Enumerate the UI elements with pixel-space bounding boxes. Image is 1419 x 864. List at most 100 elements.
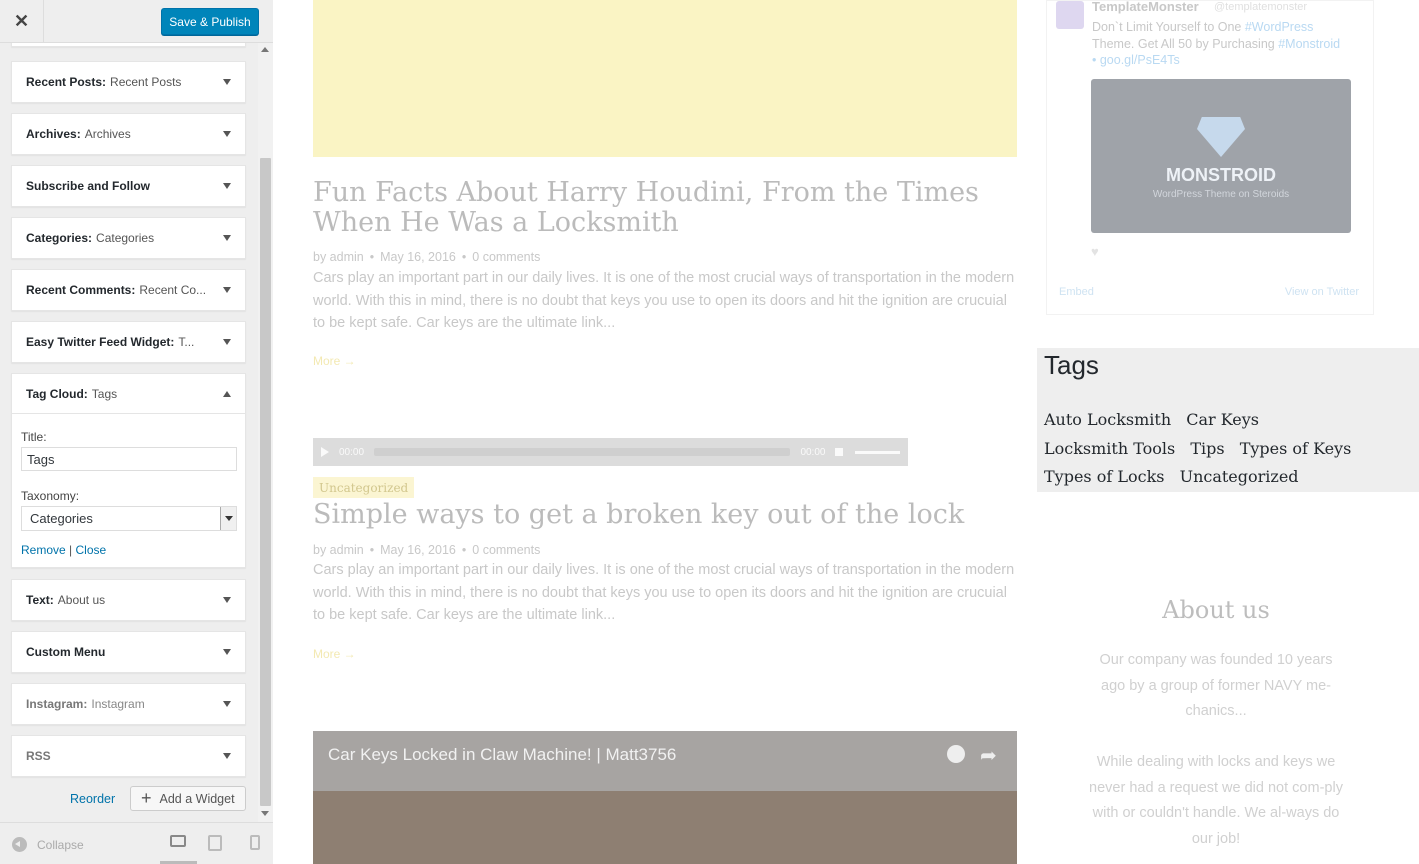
expand-arrow-icon[interactable] <box>223 597 231 603</box>
scroll-up-icon[interactable] <box>261 47 269 52</box>
widget-title: Categories: <box>26 231 93 245</box>
post-title[interactable]: Fun Facts About Harry Houdini, From the … <box>313 178 1017 238</box>
expand-arrow-icon[interactable] <box>223 287 231 293</box>
widget-list: Recent Posts: Recent Posts Archives: Archi… <box>0 43 258 822</box>
widget-rss[interactable]: RSS <box>11 735 246 777</box>
category-badge[interactable]: Uncategorized <box>313 477 415 498</box>
widget-subtitle: Categories <box>96 231 155 245</box>
tweet-author-name[interactable]: TemplateMonster <box>1092 0 1199 14</box>
video-embed[interactable]: Car Keys Locked in Claw Machine! | Matt3… <box>313 731 1017 864</box>
audio-progress-bar[interactable] <box>374 448 791 456</box>
post-author[interactable]: by admin <box>313 543 364 557</box>
video-title[interactable]: Car Keys Locked in Claw Machine! | Matt3… <box>328 745 676 765</box>
customizer-sidebar: ✕ Save & Publish Recent Posts: Recent Pos… <box>0 0 273 864</box>
close-link[interactable]: Close <box>76 543 107 557</box>
play-icon[interactable] <box>321 447 329 457</box>
reorder-link[interactable]: Reorder <box>70 792 115 806</box>
add-widget-button[interactable]: + Add a Widget <box>130 786 246 811</box>
taxonomy-selected-value: Categories <box>30 511 93 526</box>
mobile-preview-icon[interactable] <box>250 835 260 850</box>
widget-title: Recent Comments: <box>26 283 136 297</box>
more-link[interactable]: More → <box>313 647 356 661</box>
audio-player: 00:00 00:00 <box>313 438 908 466</box>
video-thumbnail <box>313 791 1017 864</box>
tag-link[interactable]: Car Keys <box>1186 410 1259 429</box>
collapse-arrow-icon <box>12 837 27 852</box>
taxonomy-select[interactable]: Categories <box>21 506 237 531</box>
heart-icon[interactable]: ♥ <box>1091 244 1099 259</box>
tag-cloud-form: Title: Taxonomy: Categories Remove | Clo… <box>12 414 245 567</box>
widget-subtitle: Recent Co... <box>139 283 207 297</box>
expand-arrow-icon[interactable] <box>223 131 231 137</box>
tag-link[interactable]: Auto Locksmith <box>1044 410 1171 429</box>
chevron-down-icon[interactable] <box>220 507 236 530</box>
widget-recent-comments[interactable]: Recent Comments: Recent Co... <box>11 269 246 311</box>
more-link[interactable]: More → <box>313 354 356 368</box>
widget-subtitle: Recent Posts <box>110 75 182 89</box>
widget-title: Easy Twitter Feed Widget: <box>26 335 175 349</box>
tablet-preview-icon[interactable] <box>208 835 222 851</box>
watch-later-icon[interactable] <box>947 745 965 763</box>
expand-arrow-icon[interactable] <box>223 701 231 707</box>
widget-text-about[interactable]: Text: About us <box>11 579 246 621</box>
post-author[interactable]: by admin <box>313 250 364 264</box>
tag-link[interactable]: Tips <box>1190 439 1224 458</box>
media-brand: MONSTROID <box>1166 165 1276 185</box>
widget-recent-posts[interactable]: Recent Posts: Recent Posts <box>11 61 246 103</box>
expand-arrow-icon[interactable] <box>223 235 231 241</box>
post-comments[interactable]: 0 comments <box>472 250 540 264</box>
tag-link[interactable]: Types of Locks <box>1044 467 1164 486</box>
post-comments[interactable]: 0 comments <box>472 543 540 557</box>
about-us-widget: About us Our company was founded 10 year… <box>1046 560 1386 864</box>
post-title[interactable]: Simple ways to get a broken key out of t… <box>313 500 1017 530</box>
share-icon[interactable]: ➦ <box>980 743 997 768</box>
actions-separator: | <box>69 543 73 557</box>
tweet-actions: ♥ <box>1091 244 1099 259</box>
post-meta: by admin • May 16, 2016 • 0 comments <box>313 250 541 264</box>
widget-custom-menu[interactable]: Custom Menu <box>11 631 246 673</box>
tag-link[interactable]: Uncategorized <box>1180 467 1299 486</box>
hashtag-link[interactable]: #WordPress <box>1245 20 1314 34</box>
widget-subscribe-follow[interactable]: Subscribe and Follow <box>11 165 246 207</box>
volume-slider[interactable] <box>855 450 900 454</box>
expand-arrow-icon[interactable] <box>223 753 231 759</box>
close-customizer-button[interactable]: ✕ <box>0 0 44 43</box>
widget-archives[interactable]: Archives: Archives <box>11 113 246 155</box>
avatar[interactable] <box>1056 1 1084 29</box>
embed-link[interactable]: Embed <box>1059 286 1094 298</box>
plus-icon: + <box>141 788 152 808</box>
widget-instagram[interactable]: Instagram: Instagram <box>11 683 246 725</box>
post-featured-image[interactable] <box>313 0 1017 157</box>
volume-icon[interactable] <box>835 448 844 456</box>
desktop-preview-icon[interactable] <box>170 835 186 847</box>
sidebar-scrollbar[interactable] <box>258 43 273 822</box>
taxonomy-label: Taxonomy: <box>21 489 80 503</box>
widget-categories[interactable]: Categories: Categories <box>11 217 246 259</box>
expand-arrow-icon[interactable] <box>223 649 231 655</box>
about-paragraph: Our company was founded 10 years ago by … <box>1099 652 1333 719</box>
view-on-twitter-link[interactable]: View on Twitter <box>1285 286 1359 298</box>
post-date[interactable]: May 16, 2016 <box>380 250 456 264</box>
tweet-author-handle[interactable]: @templatemonster <box>1214 1 1307 13</box>
tweet-media-image[interactable]: MONSTROID WordPress Theme on Steroids <box>1091 79 1351 233</box>
widget-twitter-feed[interactable]: Easy Twitter Feed Widget: T... <box>11 321 246 363</box>
post-date[interactable]: May 16, 2016 <box>380 543 456 557</box>
tags-widget-title: Tags <box>1044 350 1099 380</box>
widget-title: Archives: <box>26 127 81 141</box>
tag-link[interactable]: Types of Keys <box>1240 439 1352 458</box>
expand-arrow-icon[interactable] <box>223 79 231 85</box>
expand-arrow-icon[interactable] <box>223 339 231 345</box>
widget-subtitle: Tags <box>91 386 118 401</box>
remove-link[interactable]: Remove <box>21 543 66 557</box>
widget-title: Instagram: <box>26 697 88 711</box>
widget-tag-cloud[interactable]: Tag Cloud:Tags Title: Taxonomy: Categori… <box>11 373 246 568</box>
widget-subtitle: About us <box>57 593 106 607</box>
expand-arrow-icon[interactable] <box>223 183 231 189</box>
collapse-arrow-icon[interactable] <box>223 391 231 397</box>
tag-link[interactable]: Locksmith Tools <box>1044 439 1175 458</box>
save-publish-button[interactable]: Save & Publish <box>161 8 259 35</box>
scroll-down-icon[interactable] <box>261 811 269 816</box>
collapse-button[interactable]: Collapse <box>12 837 84 852</box>
title-input[interactable] <box>21 447 237 471</box>
scroll-thumb[interactable] <box>260 158 271 806</box>
